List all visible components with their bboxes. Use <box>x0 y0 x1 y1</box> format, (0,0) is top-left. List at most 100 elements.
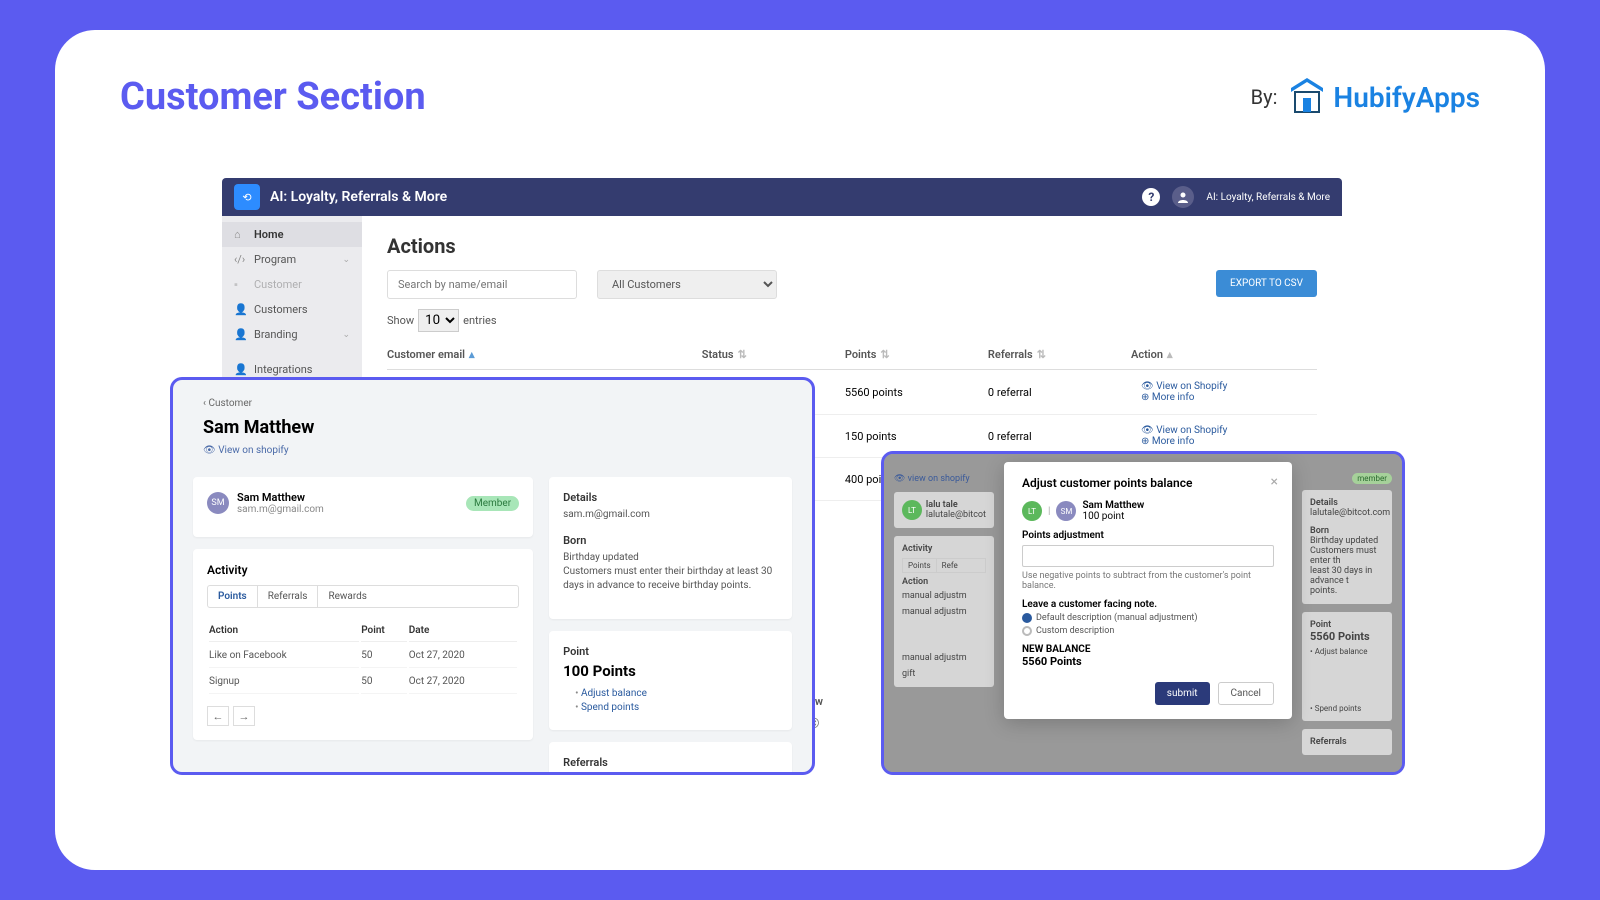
close-icon[interactable]: × <box>1271 474 1278 490</box>
details-title: Details <box>563 491 778 504</box>
referrals-title: Referrals <box>563 756 778 769</box>
new-balance-label: NEW BALANCE <box>1022 644 1274 655</box>
show-entries: Show10entries <box>387 309 1317 332</box>
sort-icon: ▴ <box>469 348 475 361</box>
modal-title: Adjust customer points balance <box>1022 476 1274 490</box>
points-value: 150 points <box>845 430 988 443</box>
card-customer-email: sam.m@gmail.com <box>237 504 324 515</box>
bg-row: gift <box>902 669 986 679</box>
avatar: SM <box>1056 501 1076 521</box>
col-points-header[interactable]: Points⇅ <box>845 348 988 361</box>
submit-button[interactable]: submit <box>1155 682 1210 705</box>
app-title: AI: Loyalty, Referrals & More <box>270 189 447 205</box>
content-title: Actions <box>387 234 1317 258</box>
points-adjustment-input[interactable] <box>1022 545 1274 567</box>
sidebar-item-branding[interactable]: 👤Branding⌄ <box>222 322 362 347</box>
sidebar-item-customer[interactable]: ▪Customer <box>222 272 362 297</box>
user-icon: 👤 <box>234 363 246 376</box>
points-adjustment-label: Points adjustment <box>1022 530 1274 541</box>
bg-born-text: Birthday updated Customers must enter th… <box>1310 536 1384 596</box>
view-shopify-link[interactable]: 👁 View on Shopify <box>1131 425 1317 436</box>
bg-row: manual adjustm <box>902 591 986 601</box>
adjust-balance-panel: 👁 view on shopify LTlalu talelalutale@bi… <box>881 451 1405 775</box>
bg-customer-email: lalutale@bitcot <box>926 510 986 520</box>
modal-customer-points: 100 point <box>1082 511 1144 522</box>
more-info-link[interactable]: ⊕ More info <box>1131 392 1317 403</box>
by-label: By: <box>1251 85 1278 109</box>
sidebar-item-program[interactable]: ‹/›Program⌄ <box>222 247 362 272</box>
points-value: 5560 points <box>845 386 988 399</box>
customer-name-heading: Sam Matthew <box>203 417 782 438</box>
col-action-header[interactable]: Action▴ <box>1131 348 1317 361</box>
user-label: AI: Loyalty, Referrals & More <box>1206 192 1330 203</box>
card-customer-name: Sam Matthew <box>237 491 324 504</box>
user-avatar-icon[interactable] <box>1172 186 1194 208</box>
sort-icon: ⇅ <box>1037 348 1046 361</box>
sidebar-item-customers[interactable]: 👤Customers <box>222 297 362 322</box>
adjust-balance-link[interactable]: Adjust balance <box>575 688 778 699</box>
brand-text: HubifyApps <box>1333 81 1480 114</box>
bg-points-value: 5560 Points <box>1310 630 1384 643</box>
customer-detail-panel: ‹ Customer Sam Matthew 👁 View on shopify… <box>170 377 815 775</box>
view-on-shopify-link[interactable]: 👁 View on shopify <box>203 445 289 456</box>
brand-logo: HubifyApps <box>1287 78 1480 116</box>
sort-icon: ⇅ <box>880 348 889 361</box>
sort-icon: ▴ <box>1167 348 1173 361</box>
col-status-header[interactable]: Status⇅ <box>702 348 845 361</box>
code-icon: ‹/› <box>234 253 246 266</box>
bg-email: lalutale@bitcot.com <box>1310 508 1384 518</box>
radio-icon <box>1022 613 1032 623</box>
view-shopify-bg: 👁 view on shopify <box>894 474 994 484</box>
activity-row: Like on Facebook50Oct 27, 2020 <box>209 644 517 668</box>
referrals-value: 0 referral <box>988 430 1131 443</box>
referral-link-label: Referral link : <box>575 773 778 775</box>
cancel-button[interactable]: Cancel <box>1218 682 1274 705</box>
help-icon[interactable]: ? <box>1142 188 1160 206</box>
prev-page-button[interactable]: ← <box>207 706 229 726</box>
chevron-down-icon: ⌄ <box>342 330 350 340</box>
chevron-down-icon: ⌄ <box>342 255 350 265</box>
user-icon: 👤 <box>234 303 246 316</box>
bg-row: manual adjustm <box>902 653 986 663</box>
next-page-button[interactable]: → <box>233 706 255 726</box>
export-csv-button[interactable]: EXPORT TO CSV <box>1216 270 1317 297</box>
avatar: SM <box>207 492 229 514</box>
referrals-value: 0 referral <box>988 386 1131 399</box>
more-info-link[interactable]: ⊕ More info <box>1131 436 1317 447</box>
tab-referrals[interactable]: Referrals <box>258 586 319 607</box>
filter-select[interactable]: All Customers <box>597 270 777 299</box>
bg-action-header: Action <box>902 577 986 587</box>
bg-born-label: Born <box>1310 526 1384 536</box>
point-label: Point <box>563 645 778 658</box>
bg-activity-title: Activity <box>902 544 986 554</box>
adjustment-hint: Use negative points to subtract from the… <box>1022 571 1274 591</box>
born-text: Birthday updated Customers must enter th… <box>563 551 778 593</box>
entries-select[interactable]: 10 <box>418 309 459 332</box>
breadcrumb[interactable]: ‹ Customer <box>203 398 782 409</box>
bg-badge: member <box>1352 473 1392 484</box>
points-value: 100 Points <box>563 662 778 680</box>
bg-details-title: Details <box>1310 498 1384 508</box>
spend-points-link[interactable]: Spend points <box>575 702 778 713</box>
col-date-header: Date <box>409 620 517 642</box>
modal-customer-name: Sam Matthew <box>1082 500 1144 511</box>
status-badge: Member <box>466 496 519 511</box>
radio-default-description[interactable]: Default description (manual adjustment) <box>1022 613 1274 623</box>
col-email-header[interactable]: Customer email▴ <box>387 348 702 361</box>
user-icon: ▪ <box>234 278 246 291</box>
bg-row: manual adjustm <box>902 607 986 617</box>
col-referrals-header[interactable]: Referrals⇅ <box>988 348 1131 361</box>
view-shopify-link[interactable]: 👁 View on Shopify <box>1131 381 1317 392</box>
new-balance-value: 5560 Points <box>1022 655 1274 668</box>
note-label: Leave a customer facing note. <box>1022 599 1274 610</box>
tab-rewards[interactable]: Rewards <box>318 586 377 607</box>
born-label: Born <box>563 534 778 547</box>
radio-icon <box>1022 626 1032 636</box>
app-logo-icon: ⟲ <box>234 184 260 210</box>
search-input[interactable] <box>387 270 577 299</box>
tab-points[interactable]: Points <box>208 586 258 607</box>
col-action-header: Action <box>209 620 359 642</box>
sidebar-item-home[interactable]: ⌂Home <box>222 222 362 247</box>
avatar: LT <box>902 500 922 520</box>
radio-custom-description[interactable]: Custom description <box>1022 626 1274 636</box>
